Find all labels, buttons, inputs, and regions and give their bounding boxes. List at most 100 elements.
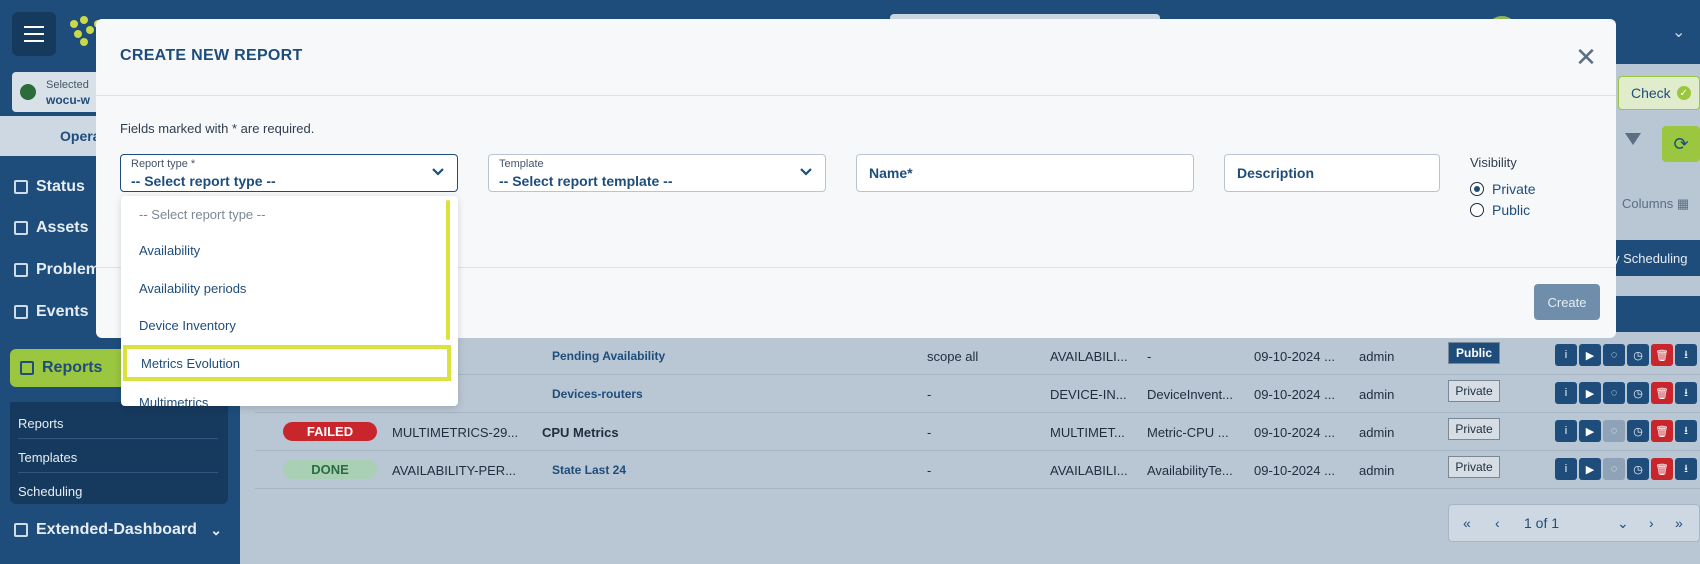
download-icon[interactable]: ⭳ [1675, 420, 1697, 442]
radio-public-label: Public [1492, 202, 1531, 218]
trash-icon[interactable]: 🗑 [1651, 344, 1673, 366]
download-icon[interactable]: ⭳ [1675, 344, 1697, 366]
dropdown-option[interactable]: -- Select report type -- [121, 196, 447, 232]
visibility-public-option[interactable]: Public [1470, 202, 1530, 218]
comment-icon[interactable]: ◌ [1603, 382, 1625, 404]
comment-icon[interactable]: ◌ [1603, 420, 1625, 442]
trash-icon[interactable]: 🗑 [1651, 458, 1673, 480]
refresh-icon: ⟳ [1673, 133, 1689, 154]
row-actions: i ▶ ◌ ◷ 🗑 ⭳ [1555, 420, 1697, 442]
clock-icon[interactable]: ◷ [1627, 420, 1649, 442]
filter-icon[interactable] [1625, 133, 1641, 145]
dropdown-option[interactable]: Availability periods [121, 270, 447, 306]
info-icon[interactable]: i [1555, 458, 1577, 480]
download-icon[interactable]: ⭳ [1675, 382, 1697, 404]
comment-icon[interactable]: ◌ [1603, 458, 1625, 480]
check-label: Check [1631, 85, 1671, 101]
dropdown-option-highlighted[interactable]: Metrics Evolution [123, 345, 451, 381]
first-page-icon[interactable]: « [1463, 515, 1471, 531]
subnav-reports[interactable]: Reports [18, 416, 64, 431]
visibility-private-option[interactable]: Private [1470, 181, 1536, 197]
table-row[interactable]: ITY-PER... Pending Availability scope al… [255, 337, 1700, 375]
clock-icon[interactable]: ◷ [1627, 344, 1649, 366]
selected-site[interactable]: Selected wocu-w [12, 72, 102, 112]
close-icon[interactable]: ✕ [1570, 41, 1602, 73]
table-row[interactable]: DONE AVAILABILITY-PER... State Last 24 -… [255, 451, 1700, 489]
row-user: admin [1359, 349, 1395, 364]
play-icon[interactable]: ▶ [1579, 382, 1601, 404]
info-icon[interactable]: i [1555, 420, 1577, 442]
chevron-down-icon[interactable]: ⌄ [1617, 515, 1629, 532]
chevron-down-icon[interactable]: ⌄ [1672, 22, 1685, 42]
scheduling-label: y Scheduling [1613, 250, 1688, 266]
dropdown-option[interactable]: Multimetrics [121, 384, 447, 407]
selected-value: wocu-w [46, 93, 90, 107]
clock-icon[interactable]: ◷ [1627, 458, 1649, 480]
comment-icon[interactable]: ◌ [1603, 344, 1625, 366]
site-icon [20, 84, 36, 100]
scheduling-button[interactable]: y Scheduling [1605, 240, 1700, 276]
sidebar-item-extended-dashboard[interactable]: Extended-Dashboard ⌄ [0, 511, 240, 549]
sidebar-item-label: Reports [42, 359, 103, 376]
visibility-badge[interactable]: Public [1448, 342, 1500, 364]
info-icon[interactable]: i [1555, 382, 1577, 404]
trash-icon[interactable]: 🗑 [1651, 382, 1673, 404]
row-type: MULTIMET... [1050, 425, 1125, 440]
dropdown-scrollbar[interactable] [446, 200, 450, 340]
sidebar-item-label: Problem [36, 261, 101, 278]
template-select[interactable]: Template -- Select report template -- [488, 154, 826, 192]
report-type-dropdown: -- Select report type -- Availability Av… [121, 196, 458, 406]
sidebar-item-label: Assets [36, 219, 89, 236]
page-indicator[interactable]: 1 of 1 [1524, 515, 1559, 531]
radio-public[interactable] [1470, 203, 1484, 217]
clock-icon[interactable]: ◷ [1627, 382, 1649, 404]
refresh-button[interactable]: ⟳ [1662, 126, 1700, 162]
last-page-icon[interactable]: » [1675, 515, 1683, 531]
columns-toggle[interactable]: Columns ▦ [1622, 196, 1689, 212]
check-button[interactable]: Check ✓ [1618, 76, 1700, 110]
chevron-down-icon [432, 168, 444, 176]
columns-label: Columns [1622, 196, 1674, 211]
row-date: 09-10-2024 ... [1254, 349, 1335, 364]
warning-icon [14, 263, 28, 277]
play-icon[interactable]: ▶ [1579, 458, 1601, 480]
table-row[interactable]: RY-29649 Devices-routers - DEVICE-IN... … [255, 375, 1700, 413]
row-template: Metric-CPU ... [1147, 425, 1229, 440]
name-input[interactable]: Name* [856, 154, 1194, 192]
next-page-icon[interactable]: › [1649, 515, 1654, 531]
trash-icon[interactable]: 🗑 [1651, 420, 1673, 442]
prev-page-icon[interactable]: ‹ [1495, 515, 1500, 531]
cubes-icon [14, 221, 28, 235]
description-field[interactable]: Description [1224, 154, 1440, 192]
row-name[interactable]: Pending Availability [552, 349, 665, 363]
info-icon[interactable]: i [1555, 344, 1577, 366]
download-icon[interactable]: ⭳ [1675, 458, 1697, 480]
dropdown-option[interactable]: Device Inventory [121, 307, 447, 343]
template-label: Template [499, 158, 544, 170]
row-actions: i ▶ ◌ ◷ 🗑 ⭳ [1555, 382, 1697, 404]
row-name[interactable]: State Last 24 [552, 463, 626, 477]
radio-private[interactable] [1470, 182, 1484, 196]
row-user: admin [1359, 463, 1395, 478]
status-badge: FAILED [283, 422, 377, 441]
row-user: admin [1359, 387, 1395, 402]
play-icon[interactable]: ▶ [1579, 344, 1601, 366]
row-user: admin [1359, 425, 1395, 440]
name-placeholder: Name* [869, 165, 913, 181]
create-button[interactable]: Create [1534, 284, 1600, 320]
visibility-badge[interactable]: Private [1448, 418, 1500, 440]
row-actions: i ▶ ◌ ◷ 🗑 ⭳ [1555, 344, 1697, 366]
table-row[interactable]: FAILED MULTIMETRICS-29... CPU Metrics - … [255, 413, 1700, 451]
subnav-templates[interactable]: Templates [18, 450, 77, 465]
visibility-badge[interactable]: Private [1448, 380, 1500, 402]
subnav-scheduling[interactable]: Scheduling [18, 484, 82, 499]
play-icon[interactable]: ▶ [1579, 420, 1601, 442]
dropdown-option[interactable]: Availability [121, 232, 447, 268]
report-type-select[interactable]: Report type * -- Select report type -- [120, 154, 458, 192]
selected-label: Selected [46, 79, 89, 91]
row-name[interactable]: Devices-routers [552, 387, 643, 401]
visibility-badge[interactable]: Private [1448, 456, 1500, 478]
menu-icon[interactable] [12, 12, 56, 56]
row-template: - [1147, 349, 1152, 364]
pagination: « ‹ 1 of 1 ⌄ › » [1448, 504, 1700, 542]
